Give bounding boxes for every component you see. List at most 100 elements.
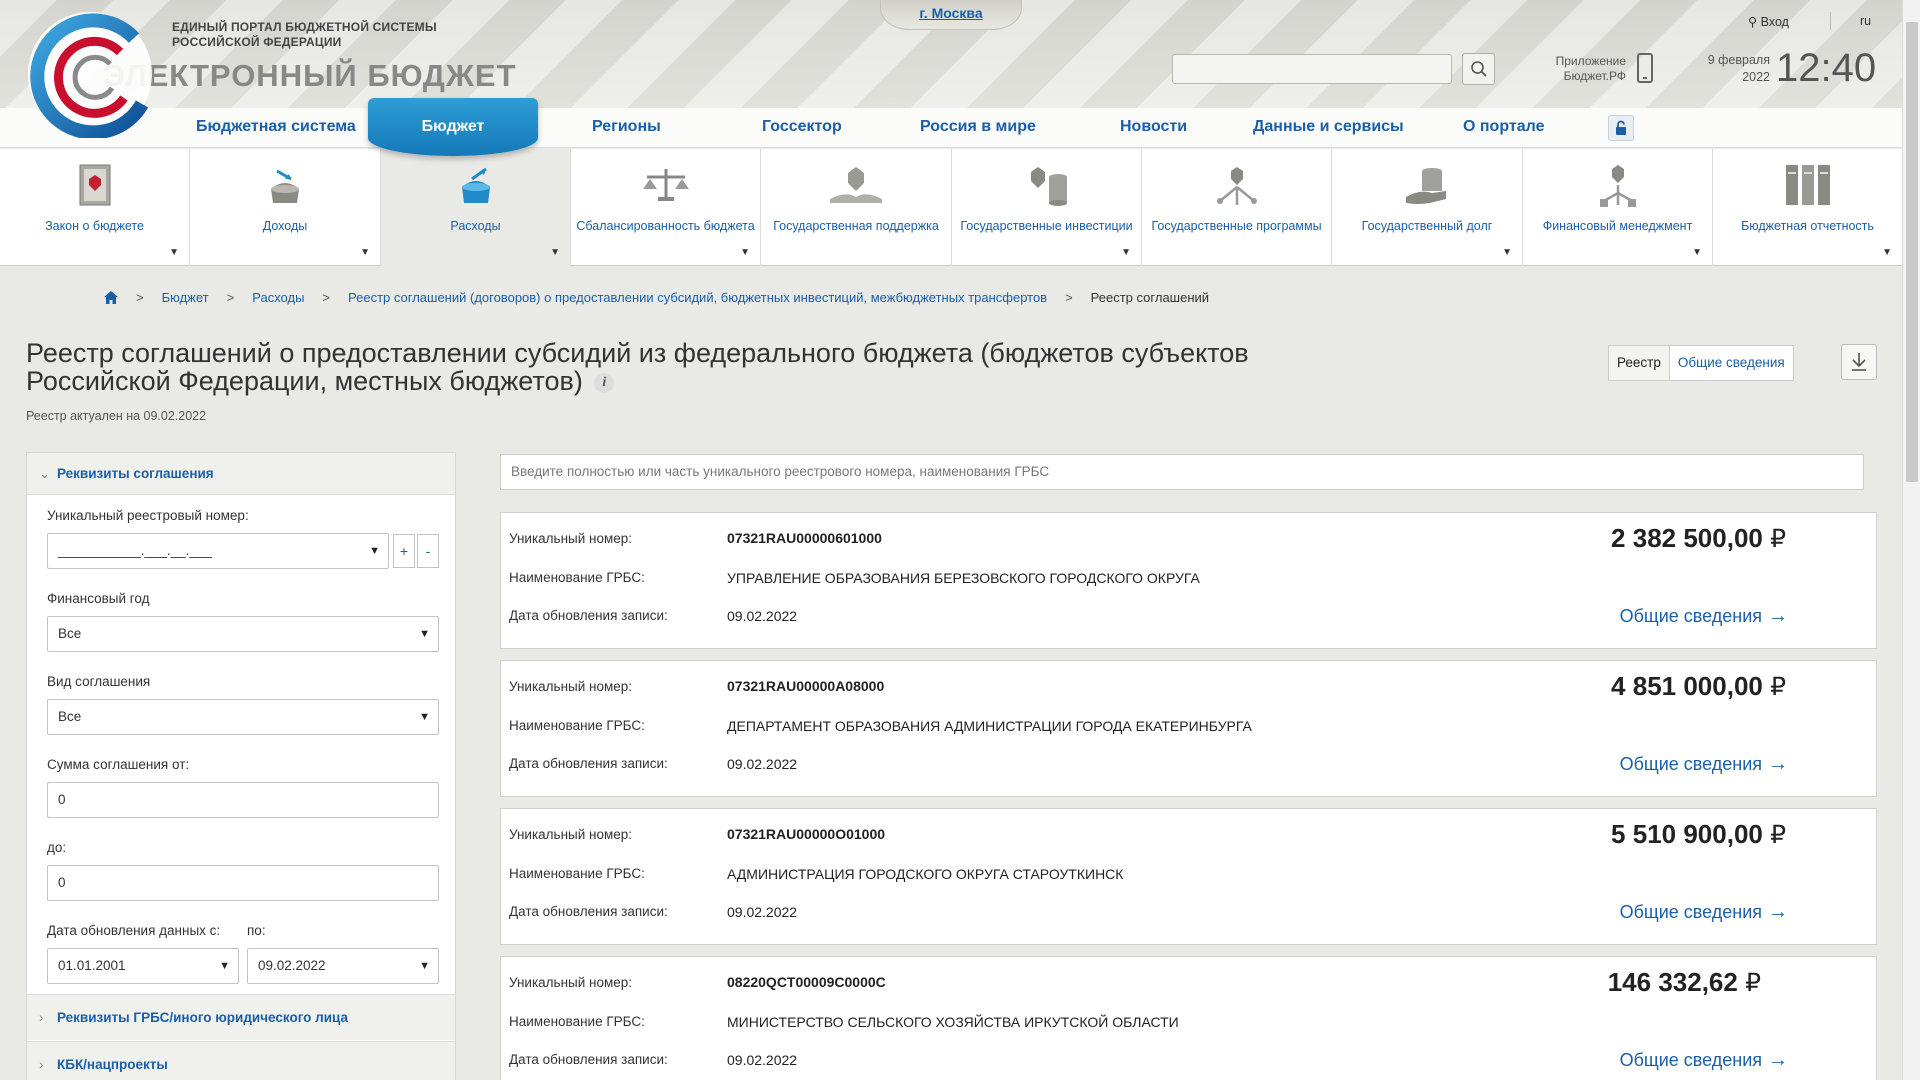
date-from-select[interactable]: 01.01.2001 ▼ — [47, 948, 239, 984]
amount-value: 4 851 000,00 — [1611, 671, 1763, 701]
dropdown-arrow-icon[interactable]: ▼ — [1121, 247, 1131, 258]
breadcrumb-separator: > — [322, 290, 331, 305]
agreement-type-select[interactable]: Все ▼ — [47, 699, 439, 735]
city-selector[interactable]: г. Москва — [880, 0, 1022, 30]
chevron-down-icon: ▼ — [419, 711, 430, 723]
nav-budget-active-tab[interactable]: Бюджет — [368, 98, 538, 156]
page-scrollbar[interactable] — [1902, 0, 1920, 1080]
category-label: Государственная поддержка — [773, 219, 939, 233]
filter-section-grbs-title: Реквизиты ГРБС/иного юридического лица — [57, 1010, 348, 1025]
dropdown-arrow-icon[interactable]: ▼ — [169, 247, 179, 258]
nav-russia-in-world[interactable]: Россия в мире — [920, 108, 1036, 148]
date-from-label: Дата обновления данных с: — [47, 923, 221, 938]
category-law[interactable]: Закон о бюджете ▼ — [0, 149, 190, 266]
filter-section-grbs[interactable]: › Реквизиты ГРБС/иного юридического лица — [27, 994, 455, 1040]
home-icon[interactable] — [104, 291, 118, 304]
view-general-info-button[interactable]: Общие сведения — [1670, 346, 1793, 380]
dropdown-arrow-icon[interactable]: ▼ — [1502, 247, 1512, 258]
nav-public-sector[interactable]: Госсектор — [762, 108, 842, 148]
nav-about-portal[interactable]: О портале — [1463, 108, 1544, 148]
category-programs[interactable]: Государственные программы — [1142, 149, 1332, 266]
phone-icon[interactable] — [1637, 53, 1653, 83]
dropdown-arrow-icon[interactable]: ▼ — [550, 247, 560, 258]
fin-year-label: Финансовый год — [47, 591, 150, 606]
logo-subtitle: ЕДИНЫЙ ПОРТАЛ БЮДЖЕТНОЙ СИСТЕМЫ РОССИЙСК… — [172, 20, 437, 50]
category-label: Государственный долг — [1361, 219, 1493, 233]
login-link[interactable]: ⚲ Вход — [1748, 14, 1789, 29]
date-to-select[interactable]: 09.02.2022 ▼ — [247, 948, 439, 984]
breadcrumb: > Бюджет > Расходы > Реестр соглашений (… — [104, 290, 1209, 305]
chevron-down-icon: ⌄ — [39, 466, 51, 481]
grbs-name: ДЕПАРТАМЕНТ ОБРАЗОВАНИЯ АДМИНИСТРАЦИИ ГО… — [727, 718, 1252, 734]
remove-number-button[interactable]: - — [417, 534, 439, 568]
dropdown-arrow-icon[interactable]: ▼ — [1692, 247, 1702, 258]
scrollbar-thumb[interactable] — [1906, 22, 1918, 482]
category-expenses[interactable]: Расходы ▼ — [381, 149, 571, 266]
general-info-link[interactable]: Общие сведения → — [1620, 1049, 1788, 1072]
nav-data-services[interactable]: Данные и сервисы — [1253, 108, 1404, 148]
category-income[interactable]: Доходы ▼ — [190, 149, 381, 266]
grbs-label: Наименование ГРБС: — [509, 570, 645, 585]
info-icon[interactable]: i — [594, 372, 615, 393]
dropdown-arrow-icon[interactable]: ▼ — [1882, 247, 1892, 258]
search-button[interactable] — [1462, 53, 1495, 85]
category-reporting[interactable]: Бюджетная отчетность ▼ — [1713, 149, 1902, 266]
current-date: 9 февраля 2022 — [1690, 52, 1770, 86]
logo-title[interactable]: ЭЛЕКТРОННЫЙ БЮДЖЕТ — [103, 58, 517, 94]
date-label: Дата обновления записи: — [509, 608, 668, 623]
date-label: Дата обновления записи: — [509, 904, 668, 919]
general-info-link[interactable]: Общие сведения → — [1620, 901, 1788, 924]
results-search-input[interactable]: Введите полностью или часть уникального … — [500, 454, 1864, 490]
category-label: Сбалансированность бюджета — [576, 219, 755, 233]
dropdown-arrow-icon[interactable]: ▼ — [740, 247, 750, 258]
fin-year-select[interactable]: Все ▼ — [47, 616, 439, 652]
category-balance[interactable]: Сбалансированность бюджета ▼ — [571, 149, 761, 266]
sum-from-label: Сумма соглашения от: — [47, 757, 190, 772]
download-button[interactable] — [1841, 344, 1877, 380]
header-search-input[interactable] — [1172, 54, 1452, 84]
agreement-amount: 4 851 000,00 ₽ — [1611, 671, 1786, 702]
registry-number-value: ___________.___.__.___ — [58, 543, 212, 558]
language-switch[interactable]: ru — [1860, 14, 1871, 28]
filter-section-agreement[interactable]: ⌄ Реквизиты соглашения — [27, 453, 455, 495]
agreement-type-value: Все — [58, 709, 82, 724]
sum-from-input[interactable]: 0 — [47, 782, 439, 818]
date-label: Дата обновления записи: — [509, 756, 668, 771]
category-investments[interactable]: Государственные инвестиции ▼ — [952, 149, 1142, 266]
sum-to-input[interactable]: 0 — [47, 865, 439, 901]
breadcrumb-budget[interactable]: Бюджет — [162, 290, 209, 305]
accessibility-button[interactable] — [1608, 115, 1634, 141]
category-debt[interactable]: Государственный долг ▼ — [1332, 149, 1523, 266]
ruble-icon: ₽ — [1770, 525, 1786, 553]
chevron-down-icon: ▼ — [219, 960, 230, 972]
nav-news[interactable]: Новости — [1120, 108, 1187, 148]
date-label: Дата обновления записи: — [509, 1052, 668, 1067]
general-info-link[interactable]: Общие сведения → — [1620, 605, 1788, 628]
nav-budget-system[interactable]: Бюджетная система — [196, 108, 356, 148]
general-info-label: Общие сведения — [1619, 606, 1762, 626]
financial-management-icon — [1599, 165, 1636, 207]
agreement-card: Уникальный номер: 07321RAU00000O01000 На… — [500, 808, 1877, 945]
dropdown-arrow-icon[interactable]: ▼ — [360, 247, 370, 258]
view-registry-button[interactable]: Реестр — [1609, 346, 1670, 380]
mobile-app-link[interactable]: Приложение Бюджет.РФ — [1540, 54, 1626, 84]
law-book-icon — [79, 164, 110, 206]
nav-regions[interactable]: Регионы — [592, 108, 661, 148]
category-state-support[interactable]: Государственная поддержка — [761, 149, 952, 266]
breadcrumb-agreements-registry[interactable]: Реестр соглашений (договоров) о предоста… — [348, 290, 1047, 305]
agreement-card: Уникальный номер: 08220QCT00009C0000C На… — [500, 956, 1877, 1080]
breadcrumb-expenses[interactable]: Расходы — [252, 290, 304, 305]
app-label-line2: Бюджет.РФ — [1563, 69, 1626, 83]
balance-scale-icon — [642, 169, 689, 201]
electronic-budget-logo-icon[interactable] — [24, 8, 164, 138]
category-financial-management[interactable]: Финансовый менеджмент ▼ — [1523, 149, 1713, 266]
add-number-button[interactable]: + — [393, 534, 415, 568]
key-icon: ⚲ — [1748, 15, 1758, 29]
filter-section-kbk[interactable]: › КБК/нацпроекты — [27, 1041, 455, 1080]
grbs-name: АДМИНИСТРАЦИЯ ГОРОДСКОГО ОКРУГА СТАРОУТК… — [727, 866, 1124, 882]
arrow-right-icon: → — [1768, 1049, 1788, 1071]
registry-number-select[interactable]: ___________.___.__.___ ▼ — [47, 533, 389, 569]
date-line1: 9 февраля — [1707, 53, 1770, 67]
arrow-right-icon: → — [1768, 753, 1788, 775]
general-info-link[interactable]: Общие сведения → — [1620, 753, 1788, 776]
